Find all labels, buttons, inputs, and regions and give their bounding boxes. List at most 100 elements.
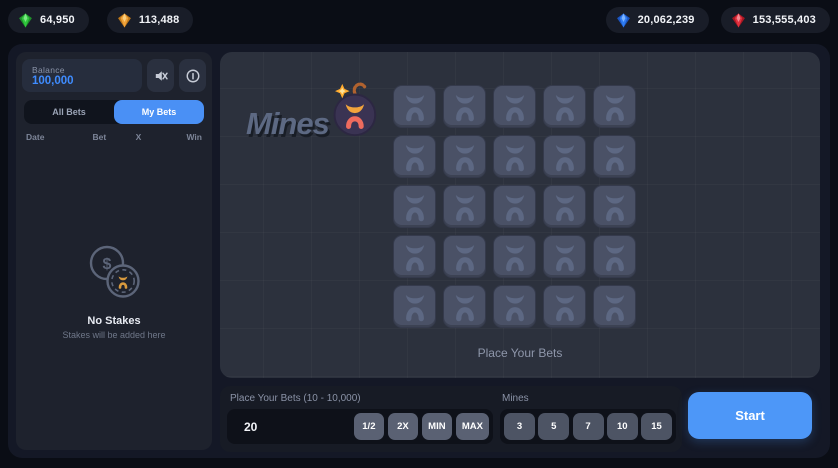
bets-table-header: Date Bet X Win (26, 132, 202, 142)
mines-options-box: 3 5 7 10 15 (500, 409, 676, 444)
mine-tile[interactable] (443, 235, 486, 278)
board-status-text: Place Your Bets (477, 346, 563, 360)
currency-pill-red: 153,555,403 (720, 7, 830, 33)
mine-tile-icon (455, 294, 474, 322)
bomb-icon (333, 82, 377, 137)
mine-tile[interactable] (443, 85, 486, 128)
mine-tile[interactable] (493, 185, 536, 228)
mine-tile[interactable] (593, 235, 636, 278)
mine-tile[interactable] (593, 185, 636, 228)
start-button[interactable]: Start (688, 392, 812, 439)
mines-option-15[interactable]: 15 (641, 413, 672, 440)
mine-tile-icon (455, 94, 474, 122)
info-icon (186, 69, 199, 82)
mine-tile-icon (605, 94, 624, 122)
red-gem-icon (731, 13, 745, 27)
mine-tile-icon (555, 194, 574, 222)
mine-tile[interactable] (543, 135, 586, 178)
mine-tile[interactable] (593, 85, 636, 128)
mine-tile-icon (405, 144, 424, 172)
mine-tile[interactable] (493, 85, 536, 128)
main-container: Balance 100,000 All Bets My Bets Date Be… (8, 44, 830, 458)
currency-pill-gold: 113,488 (106, 7, 194, 33)
mine-tile[interactable] (493, 235, 536, 278)
mine-tile-icon (605, 194, 624, 222)
mine-tile[interactable] (543, 285, 586, 328)
mine-tile[interactable] (543, 235, 586, 278)
mines-count-label: Mines (502, 393, 529, 404)
mine-tile-icon (505, 244, 524, 272)
column-header-x: X (135, 132, 142, 142)
currency-pill-blue: 20,062,239 (605, 7, 709, 33)
mines-option-10[interactable]: 10 (606, 413, 638, 440)
blue-gem-icon (616, 13, 630, 27)
mines-option-5[interactable]: 5 (538, 413, 570, 440)
bet-controls-panel: Place Your Bets (10 - 10,000) Mines 1/2 … (220, 386, 682, 452)
balance-label: Balance (32, 64, 65, 75)
mine-tile-icon (555, 294, 574, 322)
mine-tile[interactable] (393, 285, 436, 328)
mines-logo-text: Mines (246, 106, 330, 141)
mine-tile-icon (455, 194, 474, 222)
balance-row: Balance 100,000 (22, 59, 206, 92)
mines-option-7[interactable]: 7 (572, 413, 604, 440)
bet-amount-input[interactable] (227, 419, 350, 434)
max-bet-button[interactable]: MAX (455, 413, 489, 440)
sidebar: Balance 100,000 All Bets My Bets Date Be… (16, 52, 212, 450)
mine-tile-icon (555, 144, 574, 172)
mine-tile[interactable] (593, 285, 636, 328)
double-bet-button[interactable]: 2X (387, 413, 418, 440)
balance-card: Balance 100,000 (22, 59, 142, 92)
mine-tile-icon (455, 244, 474, 272)
mine-tile[interactable] (443, 285, 486, 328)
column-header-win: Win (186, 132, 202, 142)
mine-tile-icon (405, 94, 424, 122)
mine-tile-icon (605, 244, 624, 272)
mines-logo: Mines (246, 82, 377, 154)
mine-tile-icon (605, 144, 624, 172)
mine-tile[interactable] (393, 135, 436, 178)
column-header-date: Date (26, 132, 45, 142)
half-bet-button[interactable]: 1/2 (353, 413, 384, 440)
mute-button[interactable] (147, 59, 174, 92)
green-gem-icon (19, 13, 32, 27)
coin-chip-icon: $ (89, 245, 140, 298)
mine-tile-icon (405, 194, 424, 222)
mine-tile-icon (505, 94, 524, 122)
currency-value: 153,555,403 (752, 14, 816, 26)
mine-tile[interactable] (443, 135, 486, 178)
bet-amount-box: 1/2 2X MIN MAX (227, 409, 493, 444)
empty-state-title: No Stakes (87, 315, 141, 327)
mine-tile[interactable] (393, 235, 436, 278)
game-panel: Mines Place Your Bets (220, 52, 820, 378)
currency-group-right: 20,062,239 153,555,403 (605, 7, 830, 33)
currency-group-left: 64,950 113,488 (8, 7, 194, 33)
mine-tile[interactable] (393, 85, 436, 128)
mine-tile[interactable] (443, 185, 486, 228)
mine-tile-icon (555, 94, 574, 122)
currency-value: 113,488 (138, 14, 180, 26)
mine-tile-icon (505, 194, 524, 222)
empty-state: $ No Stakes Stakes will be added here (16, 240, 212, 340)
info-button[interactable] (179, 59, 206, 92)
mine-tile[interactable] (493, 285, 536, 328)
balance-value: 100,000 (32, 74, 74, 87)
mine-tile[interactable] (593, 135, 636, 178)
tab-all-bets[interactable]: All Bets (24, 100, 114, 124)
bets-tabs: All Bets My Bets (24, 100, 204, 124)
mine-tile-icon (455, 144, 474, 172)
mine-tile-icon (605, 294, 624, 322)
min-bet-button[interactable]: MIN (421, 413, 452, 440)
column-header-bet: Bet (92, 132, 107, 142)
currency-value: 64,950 (40, 14, 75, 26)
bet-amount-label: Place Your Bets (10 - 10,000) (230, 393, 361, 404)
mines-option-3[interactable]: 3 (504, 413, 535, 440)
mine-tile-icon (505, 294, 524, 322)
currency-value: 20,062,239 (637, 14, 695, 26)
mine-tile-icon (405, 244, 424, 272)
mine-tile[interactable] (493, 135, 536, 178)
mine-tile[interactable] (543, 85, 586, 128)
tab-my-bets[interactable]: My Bets (114, 100, 204, 124)
mine-tile[interactable] (393, 185, 436, 228)
mine-tile[interactable] (543, 185, 586, 228)
